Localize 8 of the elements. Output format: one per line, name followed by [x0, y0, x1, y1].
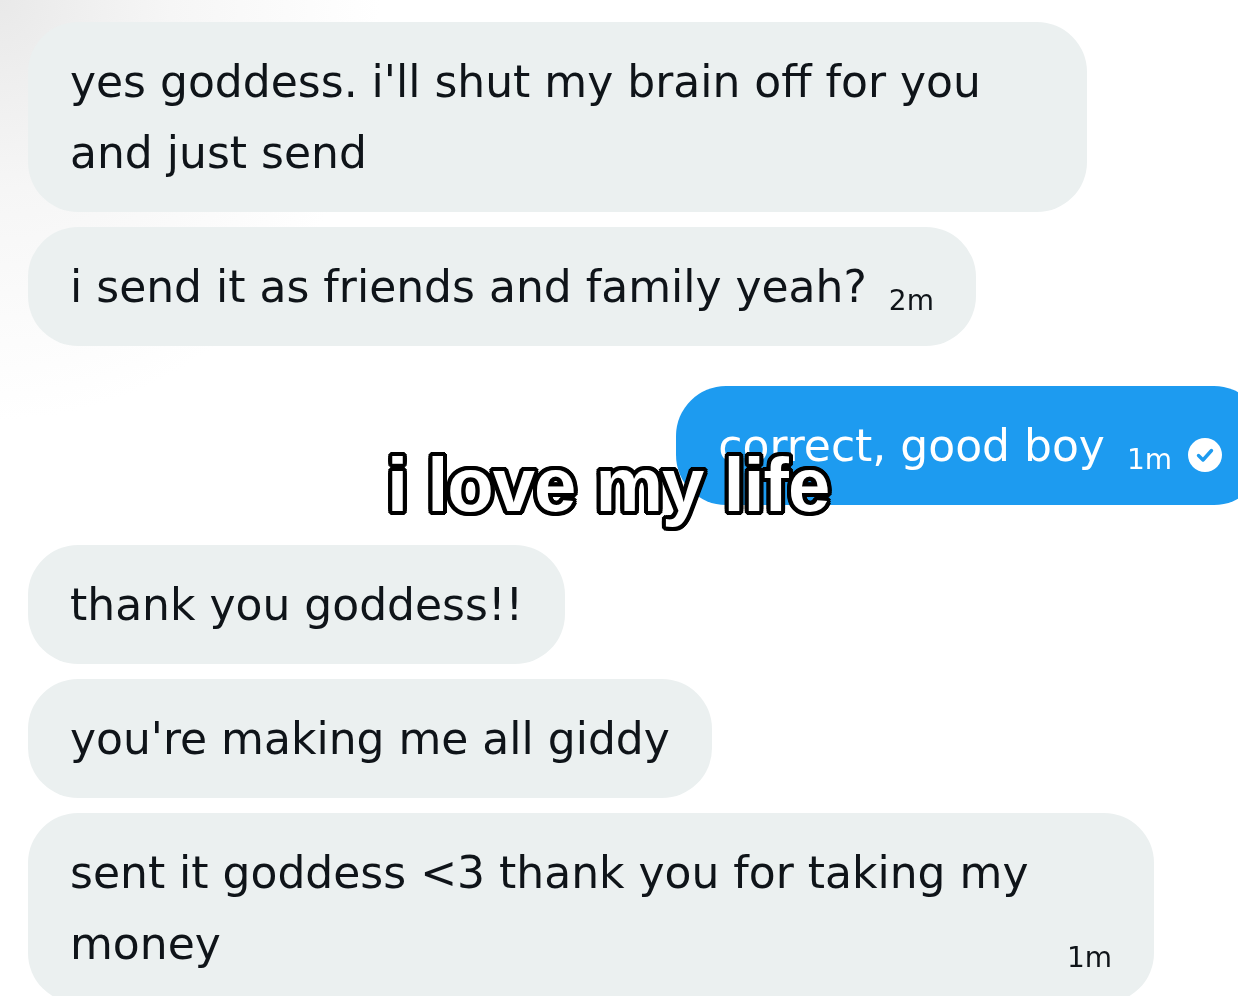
message-text: you're making me all giddy — [70, 712, 670, 766]
timestamp: 1m — [1126, 443, 1172, 476]
message-text: yes goddess. i'll shut my brain off for you and just send — [70, 55, 982, 180]
message-text: sent it goddess <3 thank you for taking my money — [70, 846, 1030, 971]
message-text: i send it as friends and family yeah? — [70, 260, 867, 314]
message-text: thank you goddess!! — [70, 578, 524, 632]
timestamp: 1m — [1067, 941, 1113, 974]
timestamp: 2m — [888, 284, 934, 317]
